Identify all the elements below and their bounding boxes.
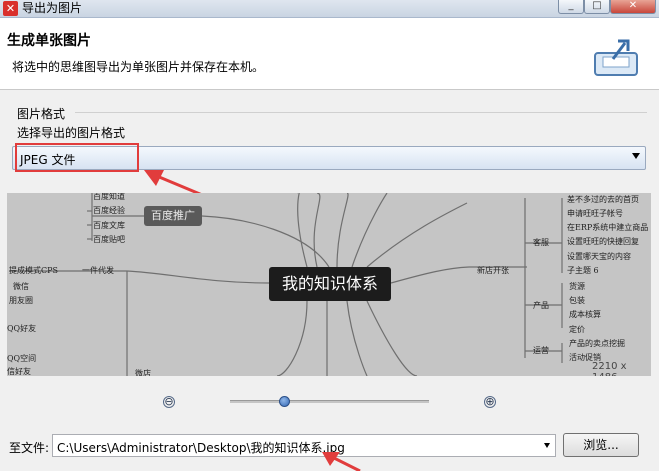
- mindmap-node: 运营: [533, 346, 549, 355]
- maximize-button[interactable]: □: [584, 0, 610, 14]
- window-title: 导出为图片: [22, 1, 83, 15]
- mindmap-node: 百度贴吧: [93, 235, 125, 244]
- mindmap-node: 一件代发: [82, 266, 114, 275]
- mindmap-node: 新店开张: [477, 266, 509, 275]
- header-description: 将选中的思维图导出为单张图片并保存在本机。: [12, 60, 265, 74]
- file-path-value: C:\Users\Administrator\Desktop\我的知识体系.jp…: [57, 441, 345, 455]
- header-title: 生成单张图片: [7, 33, 91, 49]
- minimize-button[interactable]: _: [558, 0, 584, 14]
- mindmap-node: 设置哪天宝的内容: [567, 252, 631, 261]
- mindmap-node: 客服: [533, 238, 549, 247]
- file-path-combo[interactable]: C:\Users\Administrator\Desktop\我的知识体系.jp…: [52, 434, 556, 457]
- app-icon: ✕: [3, 1, 18, 16]
- mindmap-node: 定价: [569, 325, 585, 334]
- zoom-slider-thumb[interactable]: [279, 396, 290, 407]
- chevron-down-icon[interactable]: [632, 153, 640, 159]
- mindmap-node: 子主题 6: [567, 266, 599, 275]
- browse-button[interactable]: 浏览...: [563, 433, 639, 457]
- annotation-arrow-icon: [322, 452, 361, 471]
- mindmap-node: 百度经验: [93, 206, 125, 215]
- close-button[interactable]: ✕: [610, 0, 656, 14]
- mindmap-node: 产品: [533, 301, 549, 310]
- mindmap-node: QQ空间: [7, 354, 37, 363]
- mindmap-node-baidu: 百度推广: [144, 206, 202, 226]
- group-divider: [75, 112, 647, 113]
- mindmap-node: 百度知道: [93, 193, 125, 201]
- mindmap-node: 包装: [569, 296, 585, 305]
- mindmap-root-node[interactable]: 我的知识体系: [269, 267, 391, 301]
- mindmap-node: 信好友: [7, 367, 31, 376]
- mindmap-node: 申请旺旺子帐号: [567, 209, 623, 218]
- chevron-down-icon[interactable]: [544, 443, 550, 448]
- title-bar: ✕ 导出为图片 _ □ ✕: [0, 0, 659, 18]
- file-label: 至文件:: [9, 441, 50, 455]
- mindmap-node: 差不多过的去的首页: [567, 195, 639, 204]
- dialog-header: 生成单张图片 将选中的思维图导出为单张图片并保存在本机。: [0, 18, 659, 90]
- mindmap-node: 朋友圈: [9, 296, 33, 305]
- export-icon: [594, 39, 638, 76]
- highlight-box: [15, 143, 139, 172]
- mindmap-node: 设置旺旺的快捷回复: [567, 237, 639, 246]
- zoom-out-icon[interactable]: ⊖: [163, 396, 175, 408]
- mindmap-node: 成本核算: [569, 310, 601, 319]
- mindmap-preview[interactable]: 百度推广 我的知识体系 百度知道 百度经验 百度文库 百度贴吧 提成模式CPS …: [7, 193, 651, 376]
- mindmap-node: 货源: [569, 282, 585, 291]
- image-dimensions: 2210 x 1486: [592, 361, 627, 376]
- mindmap-node: 百度文库: [93, 221, 125, 230]
- zoom-slider[interactable]: [230, 400, 429, 403]
- mindmap-node: QQ好友: [7, 324, 37, 333]
- mindmap-node: 微店: [135, 369, 151, 376]
- mindmap-node: 产品的卖点挖掘: [569, 339, 625, 348]
- mindmap-node: 提成模式CPS: [9, 266, 58, 275]
- zoom-in-icon[interactable]: ⊕: [484, 396, 496, 408]
- format-group-title: 图片格式: [17, 107, 66, 121]
- mindmap-node: 微信: [13, 282, 29, 291]
- mindmap-node: 在ERP系统中建立商品: [567, 223, 649, 232]
- format-label: 选择导出的图片格式: [17, 126, 126, 140]
